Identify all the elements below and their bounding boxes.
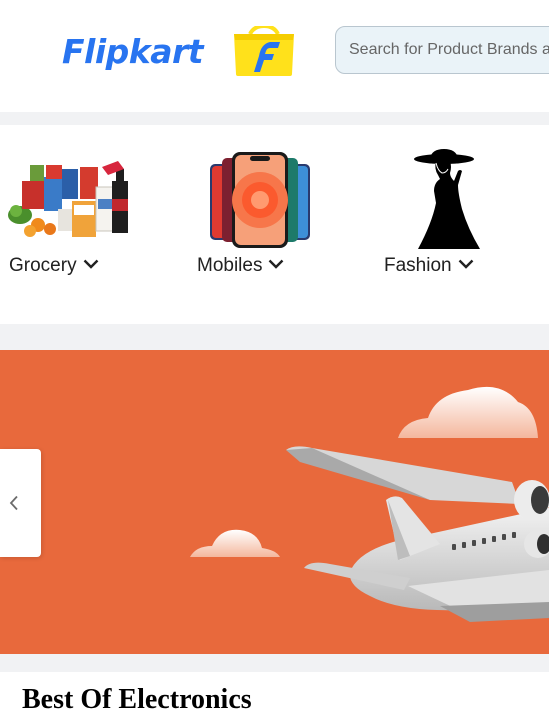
chevron-down-icon (83, 260, 98, 270)
chevron-left-icon (9, 495, 18, 511)
category-mobiles[interactable]: Mobiles (196, 125, 326, 324)
header: Flipkart (0, 0, 549, 112)
best-of-electronics-section: Best Of Electronics (0, 672, 549, 728)
flipkart-logo-text[interactable]: Flipkart (62, 32, 204, 71)
category-label-grocery: Grocery (9, 255, 99, 277)
search-input[interactable] (335, 26, 549, 74)
grocery-image (8, 161, 128, 237)
category-grocery[interactable]: Grocery (8, 125, 138, 324)
category-fashion[interactable]: Fashion (384, 125, 514, 324)
promo-banner[interactable] (0, 350, 549, 654)
airplane-banner-image (190, 386, 549, 622)
flipkart-logo-icon[interactable] (232, 26, 296, 76)
fashion-image (414, 149, 480, 249)
chevron-down-icon (269, 260, 284, 270)
mobiles-image (210, 152, 310, 248)
category-label-mobiles: Mobiles (197, 255, 284, 277)
category-strip: Grocery Mobiles Fashion (0, 125, 549, 324)
carousel-prev-button[interactable] (0, 449, 41, 557)
category-label-fashion: Fashion (384, 255, 474, 277)
chevron-down-icon (458, 260, 473, 270)
section-title: Best Of Electronics (22, 684, 252, 715)
